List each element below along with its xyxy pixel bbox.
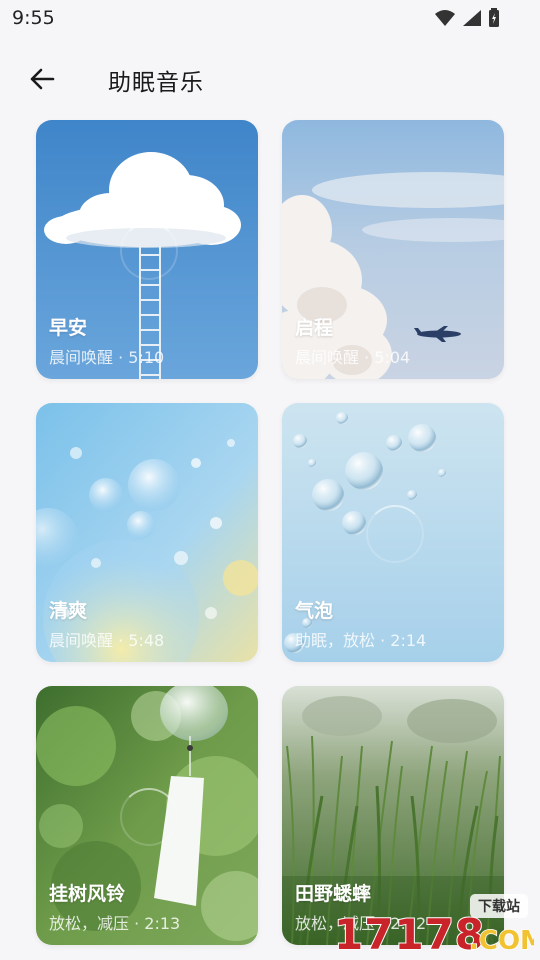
loading-spinner [366,505,424,563]
svg-text:.COM: .COM [469,926,534,954]
card-subtitle: 晨间唤醒 · 5:04 [295,348,411,367]
music-card[interactable]: 清爽 晨间唤醒 · 5:48 [36,403,258,662]
card-subtitle: 晨间唤醒 · 5:48 [49,631,165,650]
card-subtitle: 放松，减压 · 2:13 [49,914,181,933]
top-app-bar: 助眠音乐 [0,55,540,103]
card-title: 气泡 [295,600,334,622]
site-watermark-logo: 下载站 17178 .COM [333,894,540,960]
music-card[interactable]: 气泡 助眠，放松 · 2:14 [282,403,504,662]
wifi-icon [435,10,455,26]
music-card[interactable]: 启程 晨间唤醒 · 5:04 [282,120,504,379]
loading-spinner [120,222,178,280]
card-image [36,403,258,662]
cellular-signal-icon [463,10,481,26]
page-title: 助眠音乐 [108,70,204,96]
music-card[interactable]: 早安 晨间唤醒 · 5:10 [36,120,258,379]
card-subtitle: 晨间唤醒 · 5:10 [49,348,165,367]
back-button[interactable] [26,63,58,95]
status-icons [434,8,500,28]
card-image [282,120,504,379]
loading-spinner [120,788,178,846]
card-title: 挂树风铃 [49,883,126,905]
status-time: 9:55 [12,7,55,29]
music-card[interactable]: 挂树风铃 放松，减压 · 2:13 [36,686,258,945]
status-bar: 9:55 [0,0,540,36]
card-title: 启程 [295,317,334,339]
card-title: 早安 [49,317,88,339]
card-title: 清爽 [49,600,88,622]
svg-text:17178: 17178 [334,910,485,954]
battery-icon [489,8,499,27]
card-subtitle: 助眠，放松 · 2:14 [295,631,427,650]
arrow-left-icon [30,68,55,90]
